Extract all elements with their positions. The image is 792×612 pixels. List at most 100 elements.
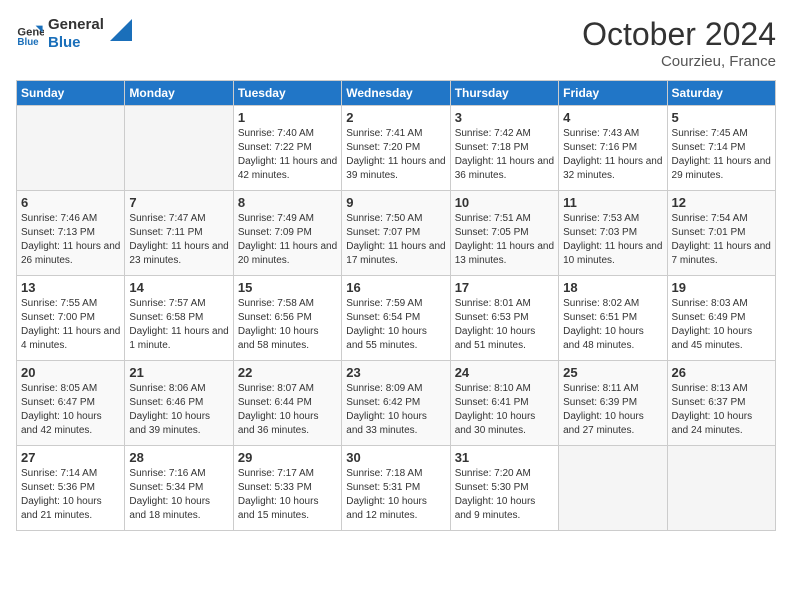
day-info: Sunrise: 8:11 AMSunset: 6:39 PMDaylight:…	[563, 382, 662, 438]
day-info: Sunrise: 8:13 AMSunset: 6:37 PMDaylight:…	[672, 382, 771, 438]
day-number: 22	[238, 365, 337, 380]
day-number: 3	[455, 110, 554, 125]
day-number: 27	[21, 450, 120, 465]
day-info: Sunrise: 7:50 AMSunset: 7:07 PMDaylight:…	[346, 212, 445, 268]
calendar-cell	[17, 106, 125, 191]
day-number: 29	[238, 450, 337, 465]
logo-triangle-icon	[110, 19, 132, 41]
day-number: 26	[672, 365, 771, 380]
weekday-header-saturday: Saturday	[667, 81, 775, 106]
day-number: 4	[563, 110, 662, 125]
day-number: 25	[563, 365, 662, 380]
title-block: October 2024 Courzieu, France	[582, 16, 776, 70]
day-info: Sunrise: 7:49 AMSunset: 7:09 PMDaylight:…	[238, 212, 337, 268]
calendar-week-row: 20 Sunrise: 8:05 AMSunset: 6:47 PMDayligh…	[17, 361, 776, 446]
day-number: 19	[672, 280, 771, 295]
calendar-cell: 23 Sunrise: 8:09 AMSunset: 6:42 PMDayligh…	[342, 361, 450, 446]
day-info: Sunrise: 7:17 AMSunset: 5:33 PMDaylight:…	[238, 467, 337, 523]
day-info: Sunrise: 7:47 AMSunset: 7:11 PMDaylight:…	[129, 212, 228, 268]
day-number: 24	[455, 365, 554, 380]
day-info: Sunrise: 7:20 AMSunset: 5:30 PMDaylight:…	[455, 467, 554, 523]
day-number: 20	[21, 365, 120, 380]
calendar-cell: 7 Sunrise: 7:47 AMSunset: 7:11 PMDaylight…	[125, 191, 233, 276]
calendar-cell: 14 Sunrise: 7:57 AMSunset: 6:58 PMDayligh…	[125, 276, 233, 361]
calendar-week-row: 6Sunrise: 7:46 AMSunset: 7:13 PMDaylight…	[17, 191, 776, 276]
day-number: 5	[672, 110, 771, 125]
calendar-cell: 18Sunrise: 8:02 AMSunset: 6:51 PMDayligh…	[559, 276, 667, 361]
location: Courzieu, France	[582, 53, 776, 70]
day-number: 8	[238, 195, 337, 210]
day-number: 13	[21, 280, 120, 295]
day-number: 10	[455, 195, 554, 210]
day-number: 15	[238, 280, 337, 295]
day-number: 17	[455, 280, 554, 295]
day-info: Sunrise: 7:16 AMSunset: 5:34 PMDaylight:…	[129, 467, 228, 523]
calendar-cell: 10 Sunrise: 7:51 AMSunset: 7:05 PMDayligh…	[450, 191, 558, 276]
calendar-cell: 8 Sunrise: 7:49 AMSunset: 7:09 PMDaylight…	[233, 191, 341, 276]
day-number: 1	[238, 110, 337, 125]
day-info: Sunrise: 7:45 AMSunset: 7:14 PMDaylight:…	[672, 127, 771, 183]
day-info: Sunrise: 7:55 AMSunset: 7:00 PMDaylight:…	[21, 297, 120, 353]
calendar-cell: 15 Sunrise: 7:58 AMSunset: 6:56 PMDayligh…	[233, 276, 341, 361]
calendar-cell: 12Sunrise: 7:54 AMSunset: 7:01 PMDayligh…	[667, 191, 775, 276]
calendar-cell: 17 Sunrise: 8:01 AMSunset: 6:53 PMDayligh…	[450, 276, 558, 361]
day-info: Sunrise: 7:57 AMSunset: 6:58 PMDaylight:…	[129, 297, 228, 353]
day-info: Sunrise: 7:51 AMSunset: 7:05 PMDaylight:…	[455, 212, 554, 268]
weekday-header-wednesday: Wednesday	[342, 81, 450, 106]
calendar-cell: 16Sunrise: 7:59 AMSunset: 6:54 PMDayligh…	[342, 276, 450, 361]
weekday-header-row: SundayMondayTuesdayWednesdayThursdayFrid…	[17, 81, 776, 106]
logo-blue: Blue	[48, 34, 104, 52]
day-info: Sunrise: 8:05 AMSunset: 6:47 PMDaylight:…	[21, 382, 120, 438]
day-info: Sunrise: 8:07 AMSunset: 6:44 PMDaylight:…	[238, 382, 337, 438]
day-info: Sunrise: 8:10 AMSunset: 6:41 PMDaylight:…	[455, 382, 554, 438]
day-number: 11	[563, 195, 662, 210]
day-number: 30	[346, 450, 445, 465]
calendar-cell: 29 Sunrise: 7:17 AMSunset: 5:33 PMDayligh…	[233, 446, 341, 531]
day-number: 2	[346, 110, 445, 125]
weekday-header-monday: Monday	[125, 81, 233, 106]
calendar-cell: 3 Sunrise: 7:42 AMSunset: 7:18 PMDaylight…	[450, 106, 558, 191]
logo: General Blue General Blue	[16, 16, 132, 52]
day-info: Sunrise: 7:46 AMSunset: 7:13 PMDaylight:…	[21, 212, 120, 268]
day-info: Sunrise: 7:53 AMSunset: 7:03 PMDaylight:…	[563, 212, 662, 268]
day-info: Sunrise: 8:03 AMSunset: 6:49 PMDaylight:…	[672, 297, 771, 353]
day-info: Sunrise: 7:59 AMSunset: 6:54 PMDaylight:…	[346, 297, 445, 353]
day-info: Sunrise: 7:40 AMSunset: 7:22 PMDaylight:…	[238, 127, 337, 183]
calendar-cell: 13 Sunrise: 7:55 AMSunset: 7:00 PMDayligh…	[17, 276, 125, 361]
svg-text:Blue: Blue	[17, 37, 39, 48]
day-info: Sunrise: 7:14 AMSunset: 5:36 PMDaylight:…	[21, 467, 120, 523]
month-title: October 2024	[582, 16, 776, 53]
calendar-cell: 19 Sunrise: 8:03 AMSunset: 6:49 PMDayligh…	[667, 276, 775, 361]
day-info: Sunrise: 7:58 AMSunset: 6:56 PMDaylight:…	[238, 297, 337, 353]
day-number: 7	[129, 195, 228, 210]
day-number: 23	[346, 365, 445, 380]
day-info: Sunrise: 7:41 AMSunset: 7:20 PMDaylight:…	[346, 127, 445, 183]
day-info: Sunrise: 8:06 AMSunset: 6:46 PMDaylight:…	[129, 382, 228, 438]
day-number: 28	[129, 450, 228, 465]
day-info: Sunrise: 7:43 AMSunset: 7:16 PMDaylight:…	[563, 127, 662, 183]
day-info: Sunrise: 8:01 AMSunset: 6:53 PMDaylight:…	[455, 297, 554, 353]
weekday-header-friday: Friday	[559, 81, 667, 106]
logo-general: General	[48, 16, 104, 34]
weekday-header-sunday: Sunday	[17, 81, 125, 106]
calendar-week-row: 27 Sunrise: 7:14 AMSunset: 5:36 PMDayligh…	[17, 446, 776, 531]
calendar-week-row: 1 Sunrise: 7:40 AMSunset: 7:22 PMDaylight…	[17, 106, 776, 191]
day-info: Sunrise: 7:42 AMSunset: 7:18 PMDaylight:…	[455, 127, 554, 183]
day-info: Sunrise: 7:18 AMSunset: 5:31 PMDaylight:…	[346, 467, 445, 523]
calendar-cell	[667, 446, 775, 531]
page-header: General Blue General Blue October 2024 C…	[16, 16, 776, 70]
calendar-cell: 11 Sunrise: 7:53 AMSunset: 7:03 PMDayligh…	[559, 191, 667, 276]
calendar-cell: 4 Sunrise: 7:43 AMSunset: 7:16 PMDaylight…	[559, 106, 667, 191]
calendar-cell: 20 Sunrise: 8:05 AMSunset: 6:47 PMDayligh…	[17, 361, 125, 446]
day-info: Sunrise: 8:09 AMSunset: 6:42 PMDaylight:…	[346, 382, 445, 438]
day-info: Sunrise: 8:02 AMSunset: 6:51 PMDaylight:…	[563, 297, 662, 353]
calendar-cell	[125, 106, 233, 191]
day-number: 14	[129, 280, 228, 295]
calendar-table: SundayMondayTuesdayWednesdayThursdayFrid…	[16, 80, 776, 531]
day-info: Sunrise: 7:54 AMSunset: 7:01 PMDaylight:…	[672, 212, 771, 268]
logo-icon: General Blue	[16, 20, 44, 48]
calendar-cell: 2 Sunrise: 7:41 AMSunset: 7:20 PMDaylight…	[342, 106, 450, 191]
calendar-cell: 26 Sunrise: 8:13 AMSunset: 6:37 PMDayligh…	[667, 361, 775, 446]
calendar-cell: 25 Sunrise: 8:11 AMSunset: 6:39 PMDayligh…	[559, 361, 667, 446]
calendar-cell: 28 Sunrise: 7:16 AMSunset: 5:34 PMDayligh…	[125, 446, 233, 531]
